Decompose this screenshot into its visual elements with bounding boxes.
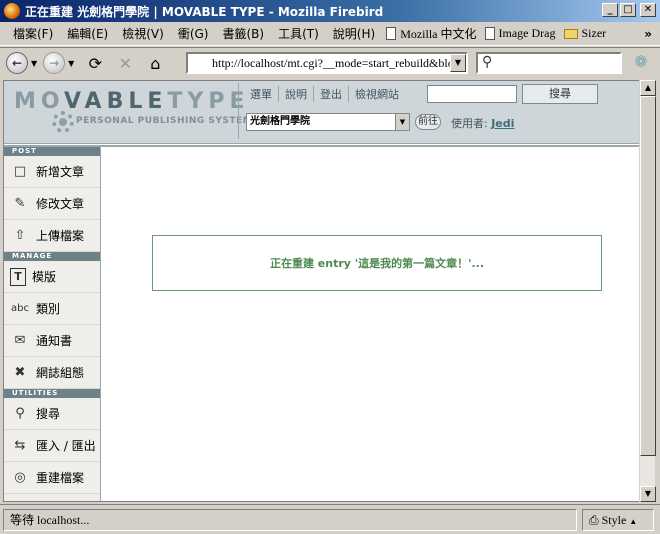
magnifier-icon: ⚲ <box>482 54 493 70</box>
bookmark-sizer[interactable]: Sizer <box>560 26 611 41</box>
menu-edit[interactable]: 編輯(E) <box>60 25 115 42</box>
user-info: 使用者: Jedi <box>451 115 514 131</box>
status-bar: 等待 localhost... ⎙ Style ▲ <box>0 504 660 534</box>
sidebar-item-search[interactable]: ⚲ 搜尋 <box>4 398 100 430</box>
forward-history-dropdown-icon[interactable]: ▼ <box>68 59 74 68</box>
web-search-input[interactable]: ⚲ <box>476 52 622 74</box>
sidebar-item-notifications[interactable]: ✉ 通知書 <box>4 325 100 357</box>
menu-tools[interactable]: 工具(T) <box>271 25 326 42</box>
throbber-icon: ❁ <box>634 52 648 71</box>
header-divider <box>238 83 239 139</box>
menu-go[interactable]: 衝(G) <box>171 25 216 42</box>
title-bar: 正在重建 光劍格門學院 | MOVABLE TYPE - Mozilla Fir… <box>0 0 660 22</box>
scrollbar-thumb[interactable] <box>640 96 656 456</box>
notification-icon: ✉ <box>14 333 26 348</box>
gear-icon <box>52 111 74 133</box>
page-icon <box>386 27 397 40</box>
printer-icon: ⎙ <box>589 513 599 527</box>
back-button[interactable]: ← <box>6 52 28 74</box>
bookmark-image-drag[interactable]: Image Drag <box>481 26 560 41</box>
status-text: 等待 localhost... <box>3 509 577 531</box>
user-label: 使用者: <box>451 117 488 130</box>
page-icon <box>484 27 495 40</box>
sidebar-item-rebuild[interactable]: ◎ 重建檔案 <box>4 462 100 494</box>
menu-help[interactable]: 說明(H) <box>326 25 382 42</box>
mt-search-input[interactable] <box>427 85 517 103</box>
sidebar-item-blog-config[interactable]: ✖ 網誌組態 <box>4 357 100 389</box>
home-icon[interactable]: ⌂ <box>144 52 166 74</box>
template-icon: T <box>10 267 26 286</box>
sidebar-item-new-entry[interactable]: □ 新增文章 <box>4 156 100 188</box>
maximize-button[interactable]: □ <box>620 3 636 17</box>
blog-select-value: 光劍格門學院 <box>250 116 310 127</box>
config-icon: ✖ <box>14 365 26 380</box>
sidebar-item-templates[interactable]: T 模版 <box>4 261 100 293</box>
sidebar-item-import-export[interactable]: ⇆ 匯入 / 匯出 <box>4 430 100 462</box>
nav-menu-link[interactable]: 選單 <box>244 86 279 102</box>
section-post-header: POST <box>4 147 100 156</box>
import-export-icon: ⇆ <box>14 438 26 453</box>
rebuild-status-box: 正在重建 entry '這是我的第一篇文章！'... <box>152 235 602 291</box>
mt-search-button[interactable]: 搜尋 <box>522 84 598 104</box>
go-button[interactable]: 前往 <box>415 114 441 130</box>
nav-help-link[interactable]: 說明 <box>279 86 314 102</box>
bookmarks-overflow-chevron[interactable]: » <box>644 27 652 41</box>
url-history-dropdown[interactable]: ▼ <box>450 54 466 72</box>
mt-top-nav: 選單 說明 登出 檢視網站 <box>244 86 405 102</box>
section-utilities-header: UTILITIES <box>4 389 100 398</box>
user-name-link[interactable]: Jedi <box>491 117 514 130</box>
blog-select[interactable]: 光劍格門學院 ▼ <box>246 113 410 131</box>
sidebar-item-categories[interactable]: abc 類別 <box>4 293 100 325</box>
menu-view[interactable]: 檢視(V) <box>115 25 171 42</box>
section-manage-header: MANAGE <box>4 252 100 261</box>
scroll-down-button[interactable]: ▼ <box>640 486 656 502</box>
stop-icon[interactable]: ✕ <box>114 52 136 74</box>
menu-bar: 檔案(F) 編輯(E) 檢視(V) 衝(G) 書籤(B) 工具(T) 說明(H)… <box>0 22 660 46</box>
edit-entry-icon: ✎ <box>14 196 26 211</box>
scroll-up-button[interactable]: ▲ <box>640 80 656 96</box>
reload-icon[interactable]: ⟳ <box>84 52 106 74</box>
style-switcher-button[interactable]: ⎙ Style ▲ <box>582 509 654 531</box>
firebird-icon <box>4 3 20 19</box>
chevron-up-icon: ▲ <box>629 517 638 526</box>
sidebar-item-upload-file[interactable]: ⇧ 上傳檔案 <box>4 220 100 252</box>
sidebar-item-edit-entries[interactable]: ✎ 修改文章 <box>4 188 100 220</box>
bookmark-mozilla-zh[interactable]: Mozilla 中文化 <box>382 25 480 42</box>
nav-logout-link[interactable]: 登出 <box>314 86 349 102</box>
folder-icon <box>563 28 578 39</box>
window-title: 正在重建 光劍格門學院 | MOVABLE TYPE - Mozilla Fir… <box>25 4 384 19</box>
page-viewport: MOVABLETYPE PERSONAL PUBLISHING SYSTEM 選… <box>3 80 655 502</box>
movabletype-logo: MOVABLETYPE PERSONAL PUBLISHING SYSTEM <box>14 89 252 135</box>
menu-file[interactable]: 檔案(F) <box>6 25 60 42</box>
rebuild-icon: ◎ <box>14 470 26 485</box>
rebuild-status-message: 正在重建 entry '這是我的第一篇文章！'... <box>269 257 485 270</box>
forward-button[interactable]: → <box>43 52 66 74</box>
chevron-down-icon[interactable]: ▼ <box>395 114 409 130</box>
mt-header: MOVABLETYPE PERSONAL PUBLISHING SYSTEM 選… <box>4 81 640 144</box>
address-bar[interactable]: http://localhost/mt.cgi?__mode=start_reb… <box>186 52 468 74</box>
search-icon: ⚲ <box>15 406 25 421</box>
minimize-button[interactable]: _ <box>602 3 618 17</box>
url-text[interactable]: http://localhost/mt.cgi?__mode=start_reb… <box>188 56 450 71</box>
nav-view-site-link[interactable]: 檢視網站 <box>349 86 405 102</box>
menu-bookmarks[interactable]: 書籤(B) <box>215 25 271 42</box>
new-entry-icon: □ <box>13 164 27 179</box>
vertical-scrollbar[interactable]: ▲ ▼ <box>639 80 656 502</box>
upload-icon: ⇧ <box>14 228 26 243</box>
navigation-toolbar: ← ▼ → ▼ ⟳ ✕ ⌂ http://localhost/mt.cgi?__… <box>0 47 660 78</box>
sidebar: POST □ 新增文章 ✎ 修改文章 ⇧ 上傳檔案 MANAGE T 模版 ab… <box>4 147 101 501</box>
category-icon: abc <box>11 303 29 314</box>
back-history-dropdown-icon[interactable]: ▼ <box>31 59 37 68</box>
close-button[interactable]: ✕ <box>640 3 656 17</box>
